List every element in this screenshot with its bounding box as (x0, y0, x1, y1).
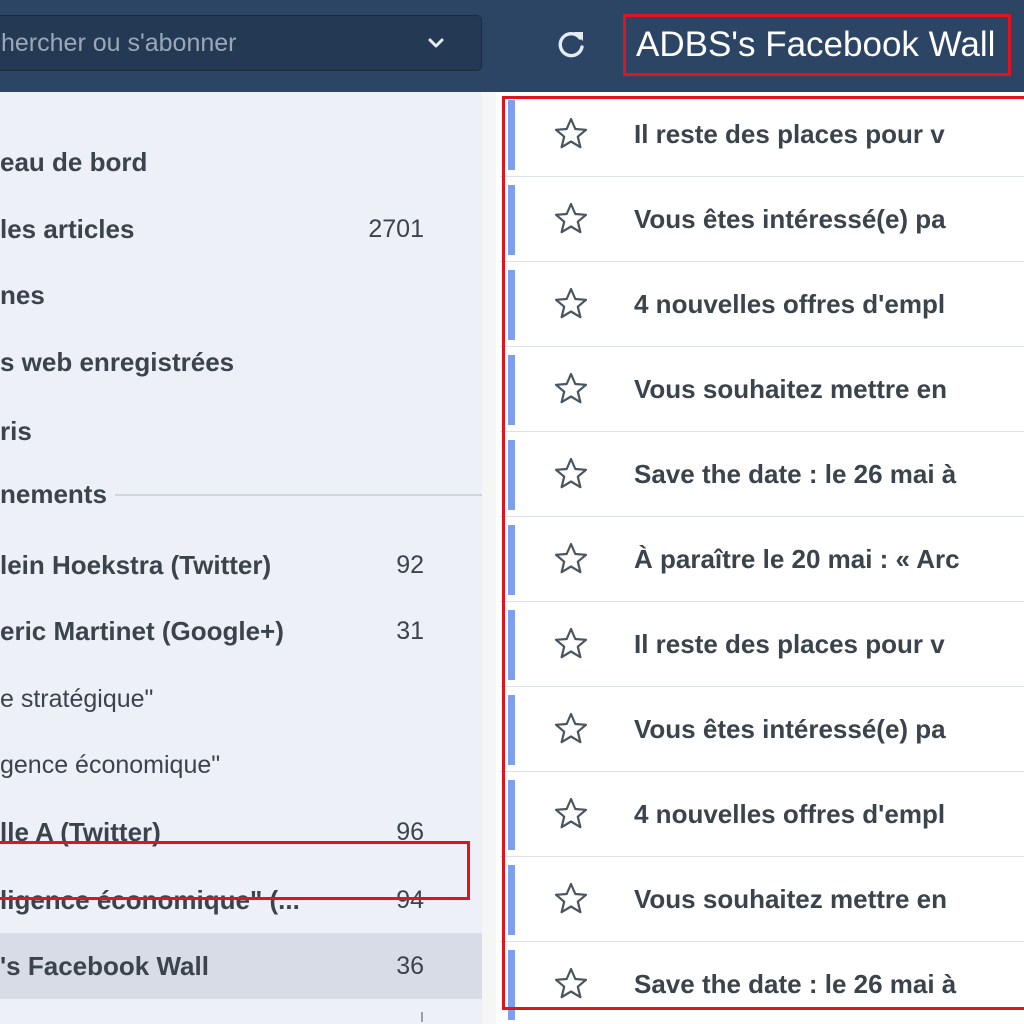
article-title: Il reste des places pour v (634, 629, 945, 659)
unread-count: 96 (396, 818, 424, 846)
unread-indicator (508, 610, 515, 680)
sidebar-scrollbar[interactable] (482, 92, 496, 1024)
sidebar-feed[interactable]: lein Hoekstra (Twitter) 92 (0, 532, 482, 598)
sidebar-feed[interactable]: e stratégique" (0, 666, 482, 732)
sidebar-item-label: s web enregistrées (0, 347, 235, 377)
section-label: nements (0, 479, 107, 509)
sidebar-item-themes[interactable]: nes (0, 262, 482, 328)
article-row[interactable]: 4 nouvelles offres d'empl (500, 262, 1024, 347)
sidebar-item-saved-pages[interactable]: s web enregistrées (0, 329, 482, 395)
sidebar-item-dashboard[interactable]: eau de bord (0, 129, 482, 195)
star-icon[interactable] (553, 286, 589, 322)
article-title: 4 nouvelles offres d'empl (634, 799, 946, 829)
star-icon[interactable] (553, 201, 589, 237)
article-row[interactable]: 4 nouvelles offres d'empl (500, 772, 1024, 857)
article-title: À paraître le 20 mai : « Arc (634, 544, 960, 574)
star-icon[interactable] (553, 456, 589, 492)
unread-indicator (508, 780, 515, 850)
article-title: Vous êtes intéressé(e) pa (634, 204, 946, 234)
unread-indicator (508, 355, 515, 425)
article-title: Save the date : le 26 mai à (634, 969, 957, 999)
article-title: Vous êtes intéressé(e) pa (634, 714, 946, 744)
star-icon[interactable] (553, 966, 589, 1002)
sidebar-item-label: les articles (0, 214, 135, 244)
sidebar-item-label: nes (0, 280, 45, 310)
sidebar-feed-selected[interactable]: 's Facebook Wall 36 (0, 933, 482, 999)
search-box[interactable] (0, 15, 482, 71)
article-row[interactable]: Il reste des places pour v (500, 602, 1024, 687)
feed-title: ADBS's Facebook Wall (636, 25, 996, 64)
section-divider (115, 494, 482, 496)
sidebar-feed[interactable]: lle A (Twitter) 96 (0, 799, 482, 865)
article-row[interactable]: Vous êtes intéressé(e) pa (500, 687, 1024, 772)
unread-indicator (508, 100, 515, 170)
sidebar-item-label: ris (0, 416, 32, 446)
article-row[interactable]: Vous souhaitez mettre en (500, 347, 1024, 432)
sidebar-feed[interactable]: ligence économique" (... 94 (0, 867, 482, 933)
article-row[interactable]: Save the date : le 26 mai à (500, 432, 1024, 517)
article-row[interactable]: Il reste des places pour v (500, 92, 1024, 177)
article-row[interactable]: Vous êtes intéressé(e) pa (500, 177, 1024, 262)
article-title: Vous souhaitez mettre en (634, 374, 948, 404)
sidebar-feed[interactable]: eric Martinet (Google+) 31 (0, 598, 482, 664)
star-icon[interactable] (553, 541, 589, 577)
unread-count: 31 (396, 617, 424, 645)
refresh-icon[interactable] (552, 26, 590, 64)
star-icon[interactable] (553, 371, 589, 407)
feed-label: eric Martinet (Google+) (0, 616, 284, 646)
feed-label: e stratégique" (0, 685, 154, 713)
sidebar-cutoff-mark (421, 1012, 423, 1022)
unread-indicator (508, 695, 515, 765)
star-icon[interactable] (553, 796, 589, 832)
article-title: 4 nouvelles offres d'empl (634, 289, 946, 319)
unread-indicator (508, 270, 515, 340)
feed-label: lle A (Twitter) (0, 817, 161, 847)
unread-count: 2701 (368, 215, 424, 243)
unread-indicator (508, 950, 515, 1020)
subscriptions-section-header: nements (0, 476, 482, 512)
unread-indicator (508, 440, 515, 510)
unread-indicator (508, 525, 515, 595)
feed-title-highlight: ADBS's Facebook Wall (623, 14, 1011, 76)
article-row[interactable]: À paraître le 20 mai : « Arc (500, 517, 1024, 602)
sidebar: eau de bord les articles 2701 nes s web … (0, 92, 482, 1024)
star-icon[interactable] (553, 626, 589, 662)
chevron-down-icon[interactable] (421, 28, 451, 58)
unread-count: 92 (396, 551, 424, 579)
unread-count: 36 (396, 952, 424, 980)
article-row[interactable]: Save the date : le 26 mai à (500, 942, 1024, 1024)
feed-label: ligence économique" (... (0, 885, 300, 915)
unread-indicator (508, 865, 515, 935)
article-title: Il reste des places pour v (634, 119, 945, 149)
feed-label: 's Facebook Wall (0, 951, 209, 981)
feed-label: gence économique" (0, 751, 221, 779)
sidebar-feed[interactable]: gence économique" (0, 732, 482, 798)
unread-indicator (508, 185, 515, 255)
sidebar-item-label: eau de bord (0, 147, 148, 177)
article-title: Save the date : le 26 mai à (634, 459, 957, 489)
feed-label: lein Hoekstra (Twitter) (0, 550, 272, 580)
star-icon[interactable] (553, 711, 589, 747)
sidebar-item-favorites[interactable]: ris (0, 398, 482, 464)
top-bar: ADBS's Facebook Wall (0, 0, 1024, 92)
search-input[interactable] (1, 16, 421, 70)
unread-count: 94 (396, 886, 424, 914)
article-row[interactable]: Vous souhaitez mettre en (500, 857, 1024, 942)
article-title: Vous souhaitez mettre en (634, 884, 948, 914)
star-icon[interactable] (553, 881, 589, 917)
sidebar-item-all-articles[interactable]: les articles 2701 (0, 196, 482, 262)
star-icon[interactable] (553, 116, 589, 152)
